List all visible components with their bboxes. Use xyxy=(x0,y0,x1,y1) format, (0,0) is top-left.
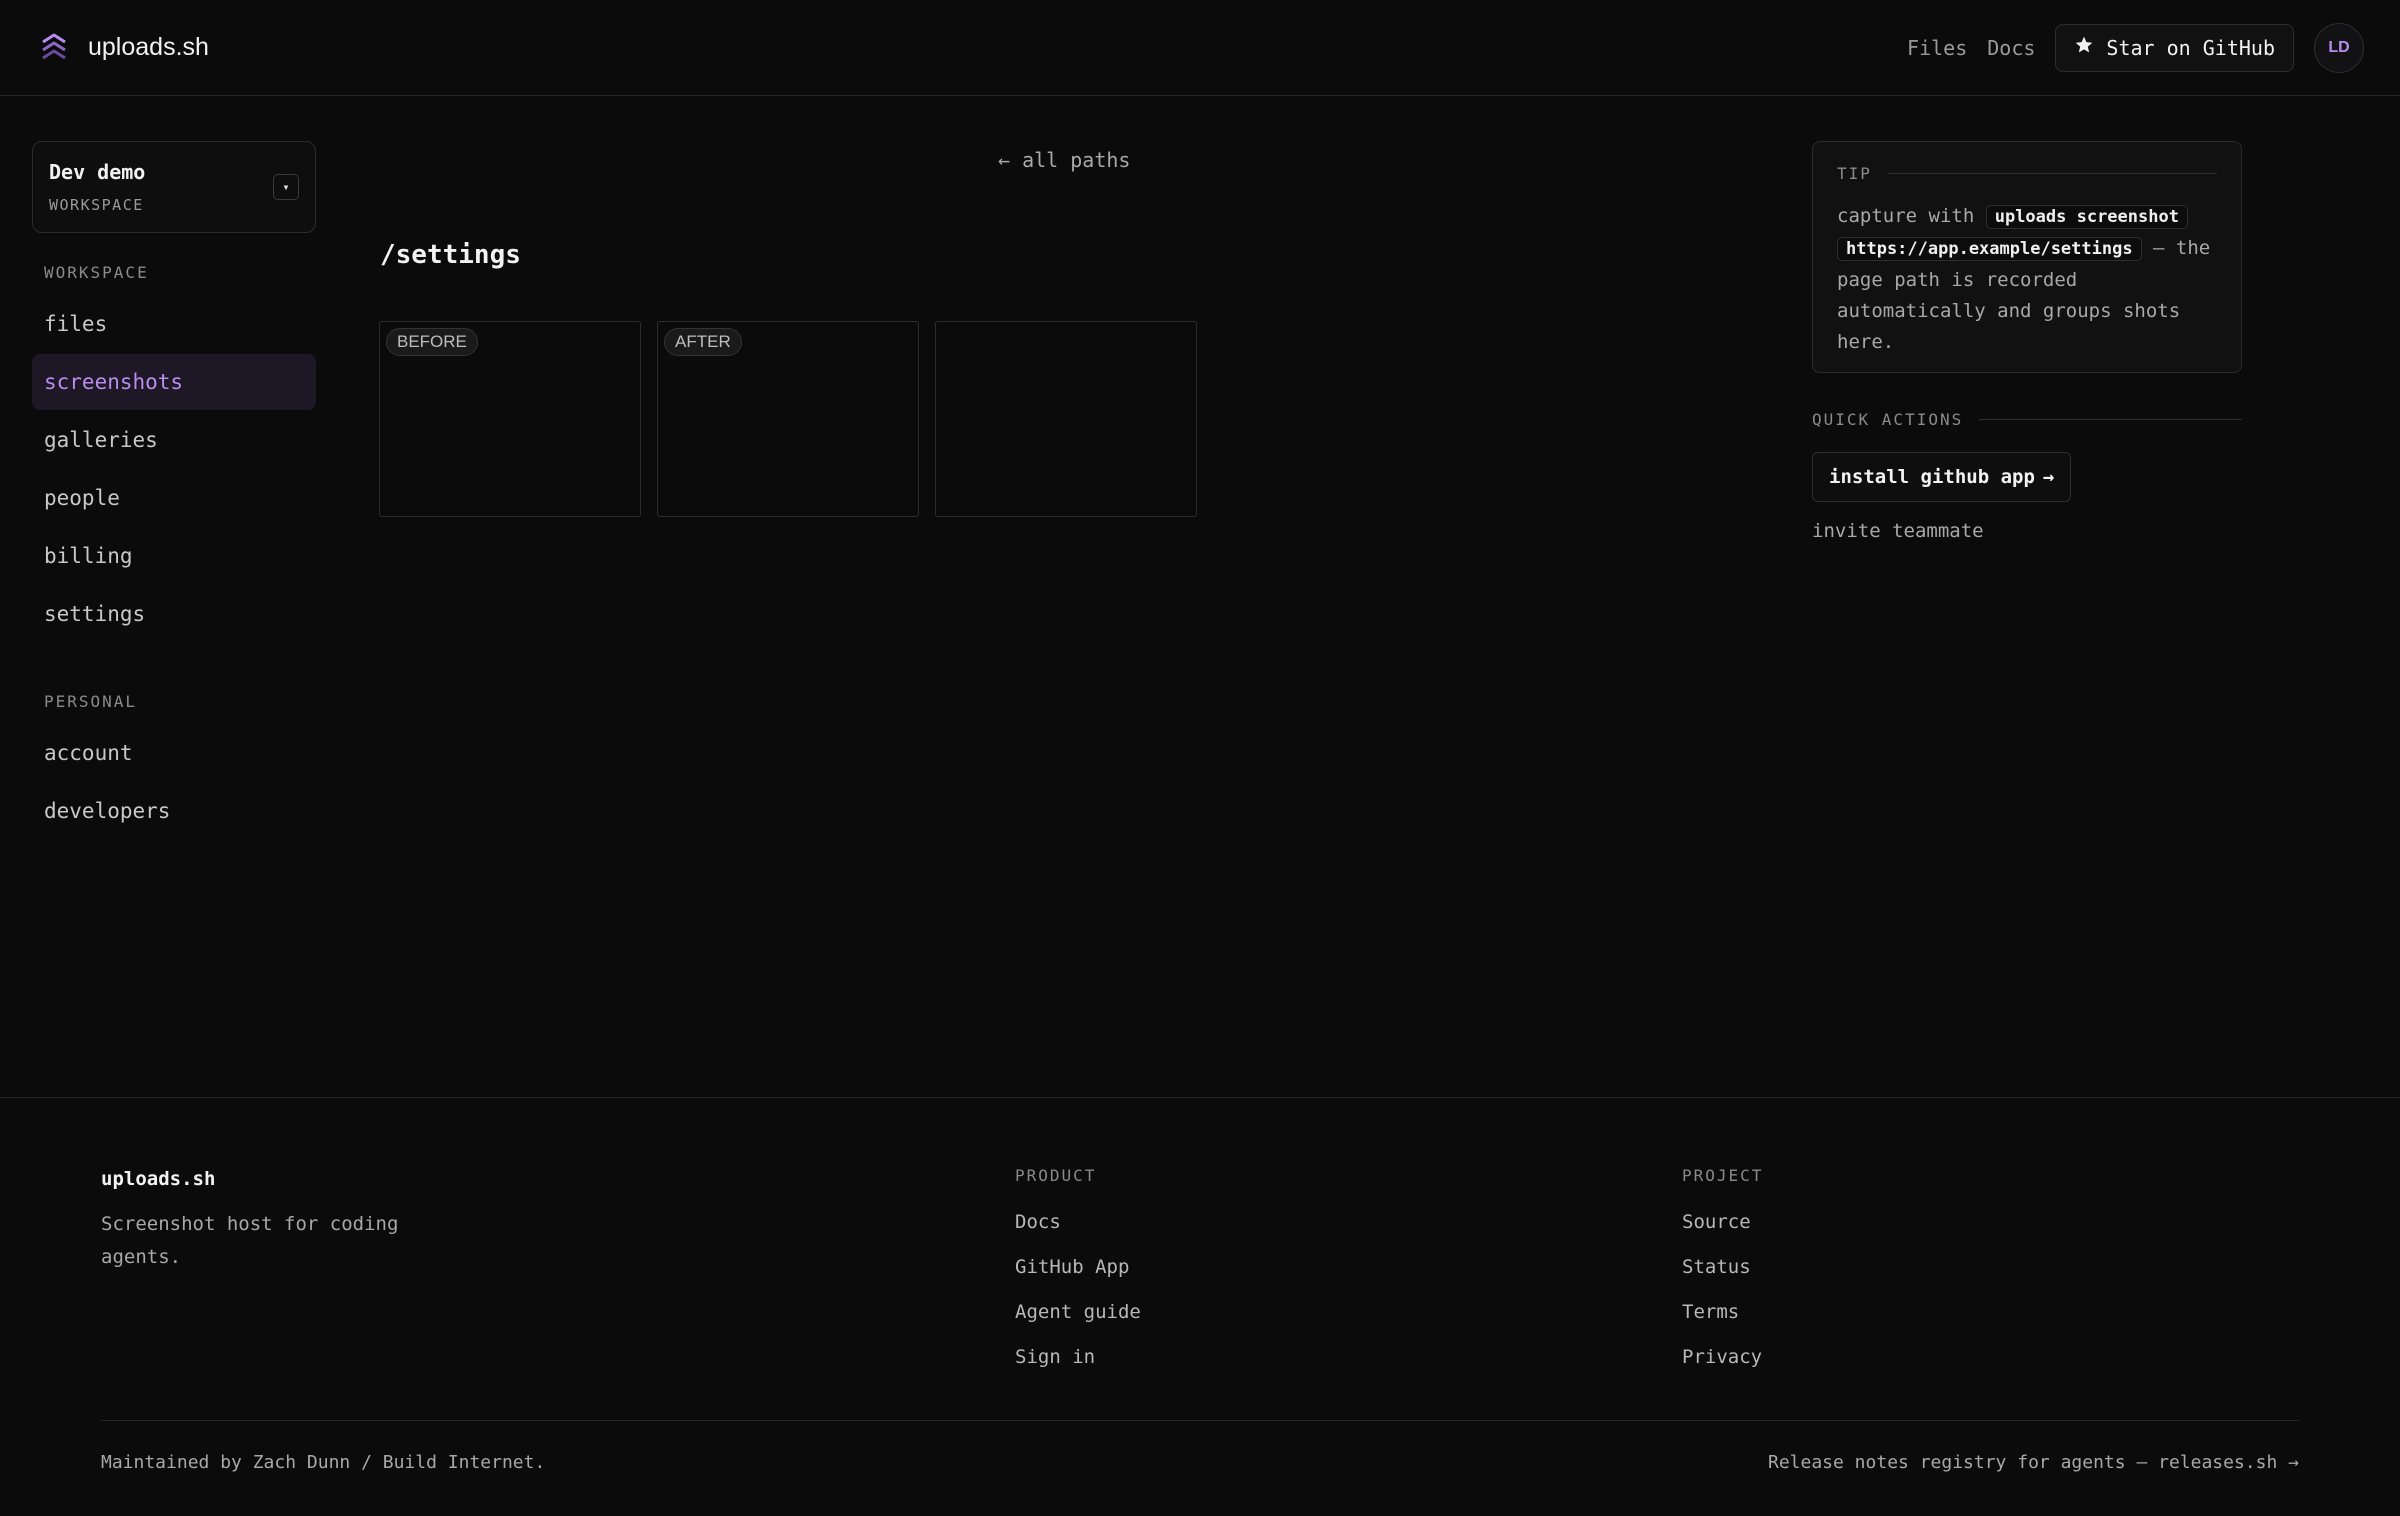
sidebar-item-people[interactable]: people xyxy=(32,470,316,526)
footer: uploads.sh Screenshot host for coding ag… xyxy=(0,1097,2400,1516)
top-bar: uploads.sh Files Docs Star on GitHub LD xyxy=(0,0,2400,96)
star-on-github-button[interactable]: Star on GitHub xyxy=(2055,23,2294,72)
sidebar-section-workspace: WORKSPACE xyxy=(44,263,149,282)
footer-tagline: Screenshot host for coding agents. xyxy=(101,1213,399,1268)
footer-link-sign-in[interactable]: Sign in xyxy=(1015,1346,1141,1369)
star-icon xyxy=(2074,35,2094,60)
tip-command-code: uploads screenshot xyxy=(1985,205,2188,229)
brand-name: uploads.sh xyxy=(88,33,209,61)
screenshot-card-before[interactable]: BEFORE xyxy=(379,321,641,517)
divider xyxy=(1887,173,2217,174)
footer-brand[interactable]: uploads.sh xyxy=(101,1168,215,1190)
invite-teammate-link[interactable]: invite teammate xyxy=(1812,520,1984,542)
footer-project-heading: PROJECT xyxy=(1682,1166,1764,1185)
workspace-switcher[interactable]: Dev demo WORKSPACE ▾ xyxy=(32,141,316,233)
screenshot-card[interactable] xyxy=(935,321,1197,517)
sidebar-item-developers[interactable]: developers xyxy=(32,783,316,839)
footer-releases-link[interactable]: Release notes registry for agents — rele… xyxy=(1768,1452,2299,1473)
footer-link-status[interactable]: Status xyxy=(1682,1256,1763,1279)
tip-url-code: https://app.example/settings xyxy=(1837,237,2142,261)
header-actions: Files Docs Star on GitHub LD xyxy=(1907,22,2364,73)
footer-link-agent-guide[interactable]: Agent guide xyxy=(1015,1301,1141,1324)
github-button-label: Star on GitHub xyxy=(2106,35,2275,60)
tip-title: TIP xyxy=(1837,164,1872,183)
footer-maintained-by[interactable]: Maintained by Zach Dunn / Build Internet… xyxy=(101,1452,545,1473)
nav-files-link[interactable]: Files xyxy=(1907,36,1967,60)
sidebar-section-personal: PERSONAL xyxy=(44,692,138,711)
footer-project-column: PROJECT Source Status Terms Privacy xyxy=(1682,1166,1763,1369)
workspace-name: Dev demo xyxy=(49,160,146,184)
brand[interactable]: uploads.sh xyxy=(36,30,209,66)
page-title: /settings xyxy=(380,240,521,270)
tip-panel: TIP capture with uploads screenshot http… xyxy=(1812,141,2242,373)
logo-icon xyxy=(36,30,72,66)
arrow-right-icon: → xyxy=(2042,466,2055,488)
footer-link-privacy[interactable]: Privacy xyxy=(1682,1346,1763,1369)
chevron-down-icon[interactable]: ▾ xyxy=(273,174,299,200)
footer-link-github-app[interactable]: GitHub App xyxy=(1015,1256,1141,1279)
sidebar-item-settings[interactable]: settings xyxy=(32,586,316,642)
footer-link-source[interactable]: Source xyxy=(1682,1211,1763,1234)
tip-body: capture with uploads screenshot https://… xyxy=(1837,201,2217,358)
workspace-label: WORKSPACE xyxy=(49,196,144,214)
screenshot-grid: BEFORE AFTER xyxy=(379,321,1197,517)
quick-actions-title: QUICK ACTIONS xyxy=(1812,410,1964,429)
install-github-app-label: install github app xyxy=(1829,466,2035,488)
footer-divider xyxy=(101,1420,2299,1421)
before-badge: BEFORE xyxy=(386,328,478,356)
footer-product-column: PRODUCT Docs GitHub App Agent guide Sign… xyxy=(1015,1166,1141,1369)
sidebar-item-screenshots[interactable]: screenshots xyxy=(32,354,316,410)
after-badge: AFTER xyxy=(664,328,742,356)
footer-link-docs[interactable]: Docs xyxy=(1015,1211,1141,1234)
sidebar-item-files[interactable]: files xyxy=(32,296,316,352)
sidebar-item-account[interactable]: account xyxy=(32,725,316,781)
sidebar-item-billing[interactable]: billing xyxy=(32,528,316,584)
tip-prefix: capture with xyxy=(1837,205,1986,227)
footer-product-heading: PRODUCT xyxy=(1015,1166,1097,1185)
tip-heading: TIP xyxy=(1837,164,2217,183)
sidebar: Dev demo WORKSPACE ▾ WORKSPACE files scr… xyxy=(32,141,316,841)
divider xyxy=(1979,419,2242,420)
quick-actions-heading: QUICK ACTIONS xyxy=(1812,410,2242,429)
avatar[interactable]: LD xyxy=(2314,22,2364,73)
sidebar-item-galleries[interactable]: galleries xyxy=(32,412,316,468)
nav-docs-link[interactable]: Docs xyxy=(1987,36,2035,60)
footer-link-terms[interactable]: Terms xyxy=(1682,1301,1763,1324)
install-github-app-button[interactable]: install github app → xyxy=(1812,452,2072,502)
screenshot-card-after[interactable]: AFTER xyxy=(657,321,919,517)
back-to-all-paths-link[interactable]: ← all paths xyxy=(998,148,1130,172)
